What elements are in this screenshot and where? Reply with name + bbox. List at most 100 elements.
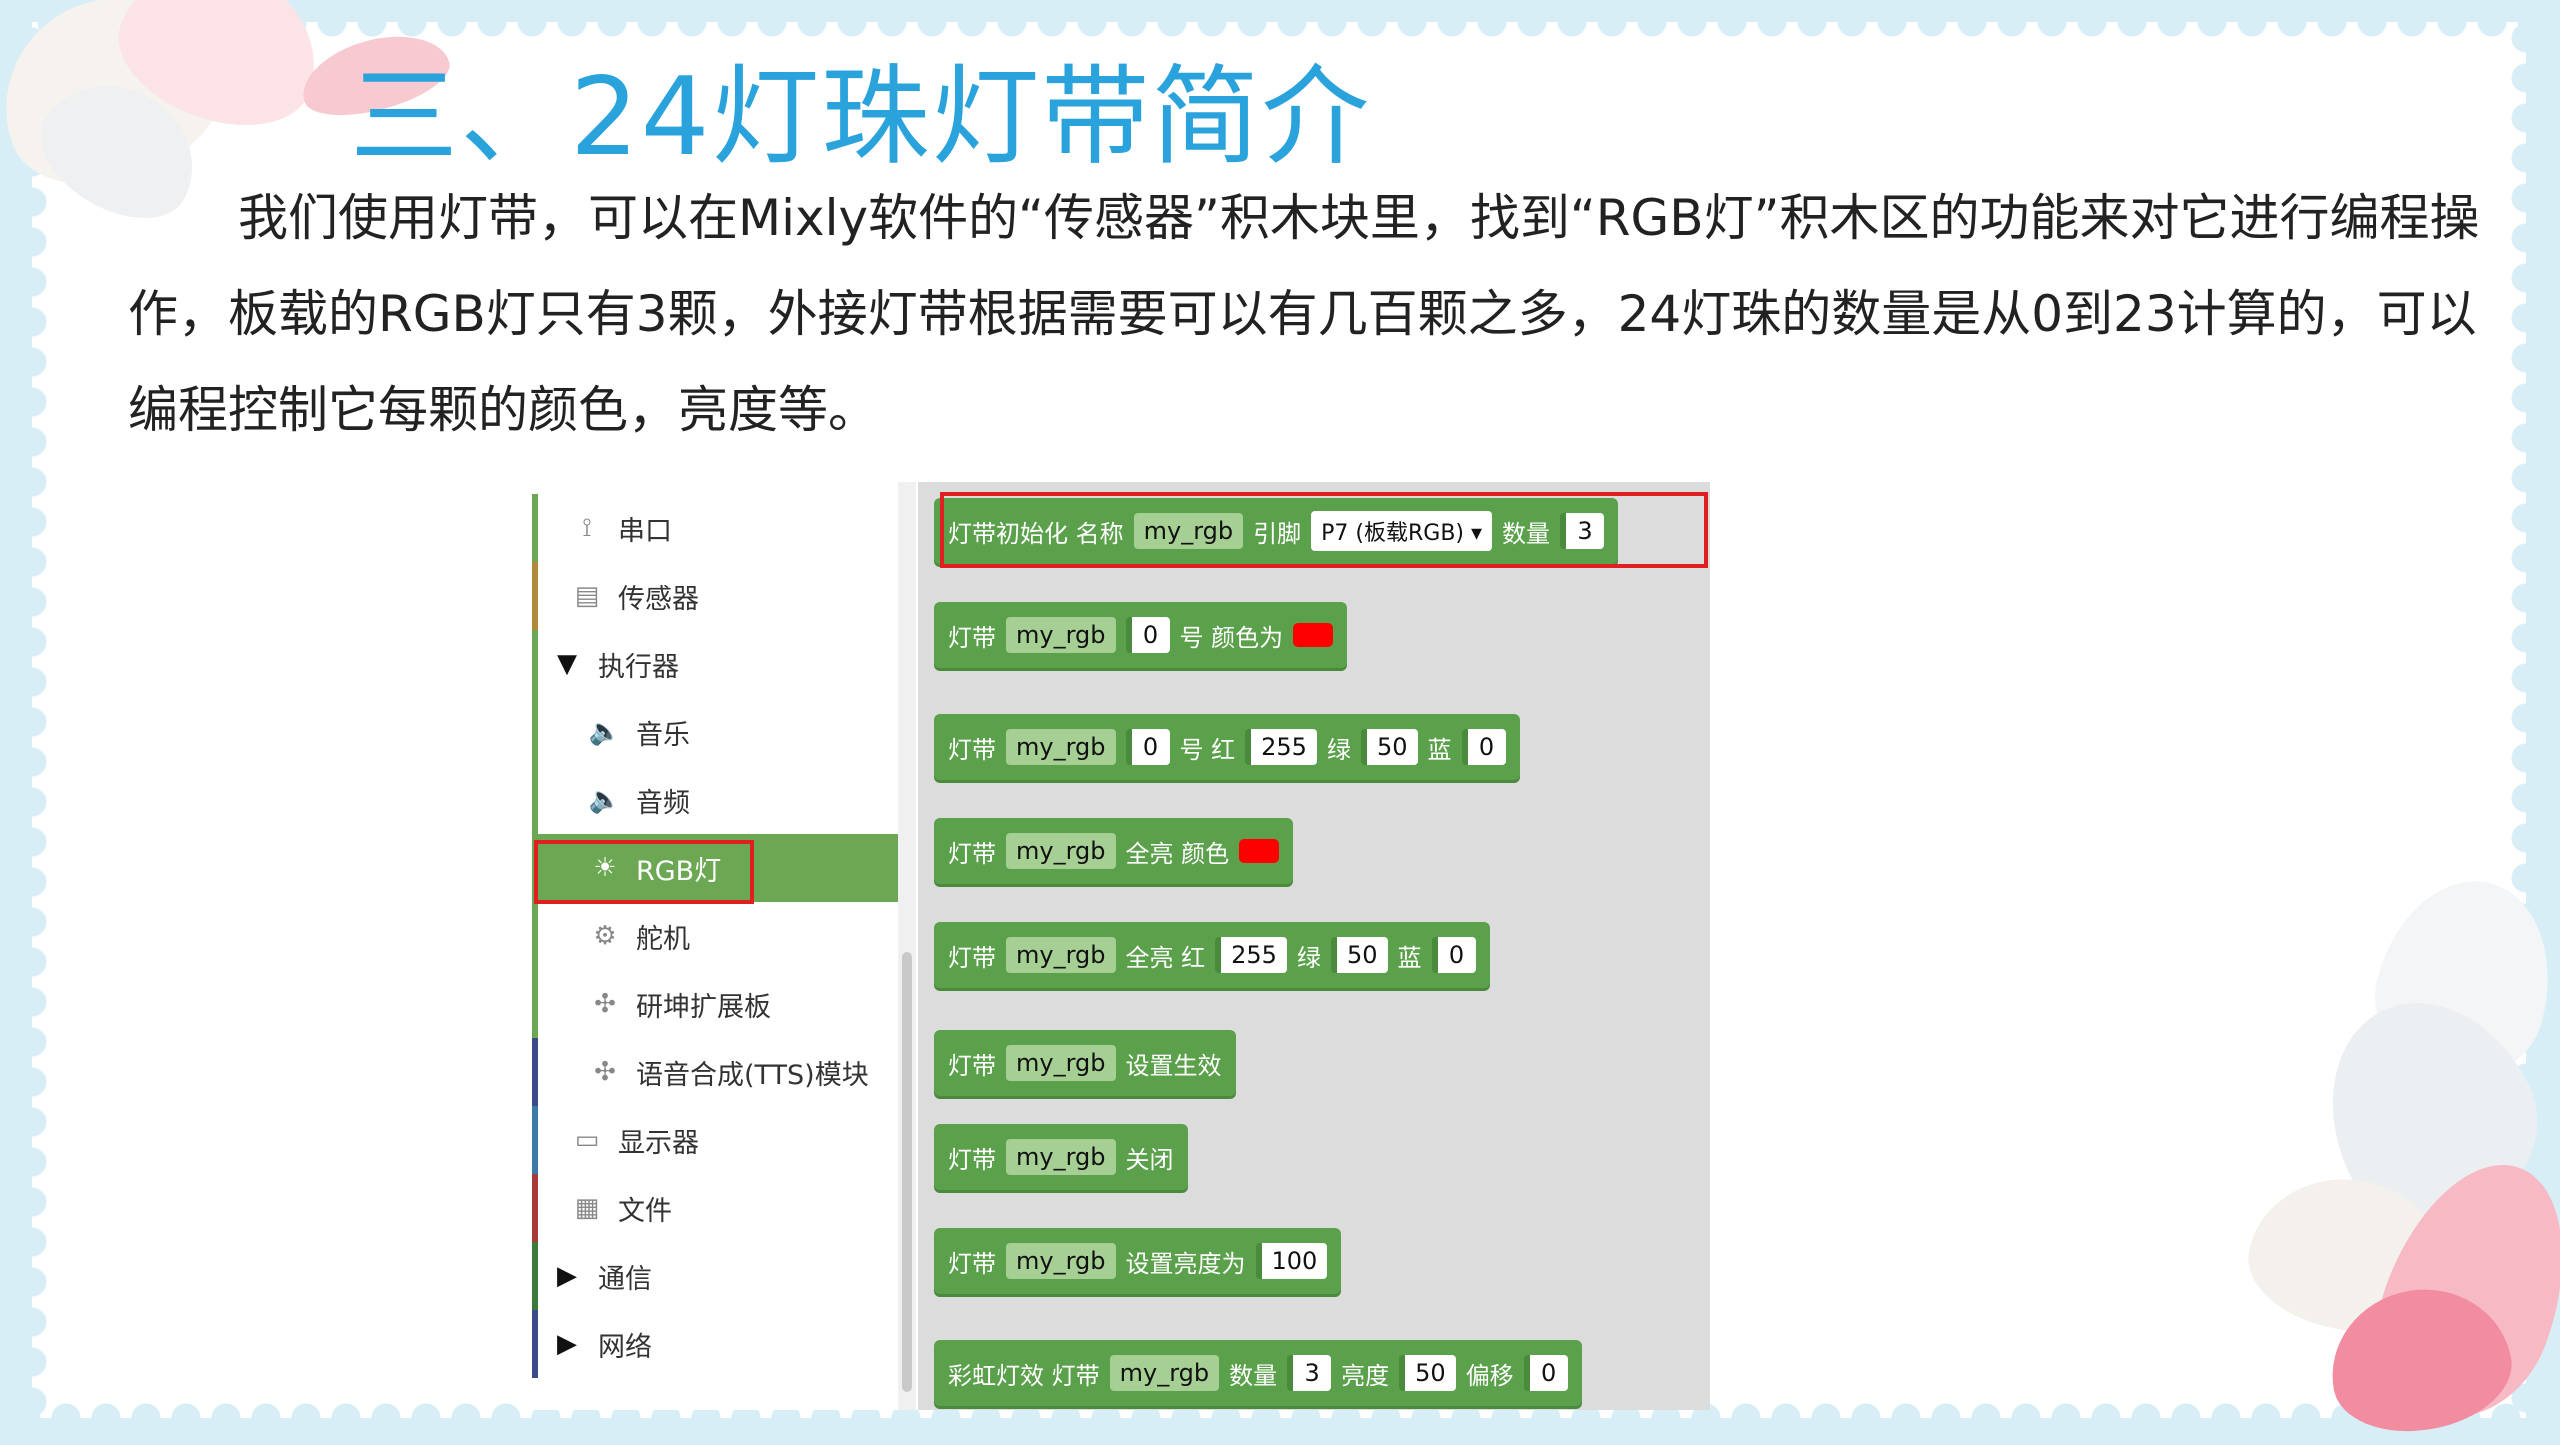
variable-field[interactable]: my_rgb <box>1006 617 1116 653</box>
code-block-7[interactable]: 灯带 my_rgb 设置亮度为 100 <box>934 1228 1342 1294</box>
variable-field[interactable]: my_rgb <box>1006 1243 1116 1279</box>
code-block-8[interactable]: 彩虹灯效 灯带 my_rgb 数量 3 亮度 50 偏移 0 <box>934 1340 1582 1406</box>
sidebar-item-1[interactable]: ▤ 传感器 <box>532 562 898 630</box>
sidebar-item-10[interactable]: ▦ 文件 <box>532 1174 898 1242</box>
block-label: 全亮 颜色 <box>1125 839 1230 868</box>
variable-field[interactable]: my_rgb <box>1109 1355 1220 1391</box>
sidebar-item-2[interactable]: ▼ 执行器 <box>532 630 898 698</box>
block-label: 绿 <box>1296 943 1321 972</box>
sidebar-item-8[interactable]: ✣ 语音合成(TTS)模块 <box>532 1038 898 1106</box>
number-input[interactable]: 255 <box>1245 729 1317 765</box>
category-sidebar: ⟟ 串口 ▤ 传感器 ▼ 执行器 🔈 音乐 🔈 音频 ☀ RGB灯 ⚙ 舵机 ✣ 研坤扩展板 ✣ 语音合成(TTS… <box>532 482 916 1410</box>
code-block-2[interactable]: 灯带 my_rgb 0 号 红 255 绿 50 蓝 0 <box>934 714 1520 780</box>
sidebar-item-3[interactable]: 🔈 音乐 <box>532 698 898 766</box>
block-label: 灯带 <box>948 1051 996 1080</box>
sidebar-item-9[interactable]: ▭ 显示器 <box>532 1106 898 1174</box>
sidebar-item-label: 执行器 <box>598 651 679 683</box>
sidebar-item-label: 音乐 <box>636 719 690 751</box>
slide-title: 三、24灯珠灯带简介 <box>350 55 1372 180</box>
highlight-box-rgb <box>534 840 754 904</box>
variable-field[interactable]: my_rgb <box>1006 1139 1116 1175</box>
sidebar-item-label: 研坤扩展板 <box>636 991 771 1023</box>
number-input[interactable]: 50 <box>1330 937 1388 973</box>
code-block-1[interactable]: 灯带 my_rgb 0 号 颜色为 <box>934 602 1348 668</box>
sidebar-scrollbar[interactable] <box>898 482 916 1410</box>
sidebar-item-label: 舵机 <box>636 923 690 955</box>
category-color-bar <box>532 1310 538 1378</box>
file-icon: ▦ <box>574 1193 600 1223</box>
variable-field[interactable]: my_rgb <box>1006 937 1116 973</box>
block-label: 设置生效 <box>1125 1051 1222 1080</box>
number-input[interactable]: 50 <box>1399 1355 1456 1391</box>
color-swatch[interactable] <box>1239 839 1280 863</box>
block-workspace[interactable]: 灯带初始化 名称 my_rgb 引脚 P7 (板载RGB) ▾ 数量 3 灯带 my_rgb 0… <box>918 482 1710 1410</box>
speaker-icon: 🔈 <box>588 785 622 815</box>
block-label: 亮度 <box>1341 1361 1390 1390</box>
variable-field[interactable]: my_rgb <box>1006 833 1116 869</box>
sidebar-item-label: 语音合成(TTS)模块 <box>636 1059 869 1091</box>
sidebar-item-4[interactable]: 🔈 音频 <box>532 766 898 834</box>
number-input[interactable]: 50 <box>1360 729 1418 765</box>
block-label: 灯带 <box>948 735 996 764</box>
collapsed-triangle-icon: ▶ <box>557 1329 577 1359</box>
category-color-bar <box>532 1174 538 1242</box>
number-input[interactable]: 0 <box>1125 617 1170 653</box>
category-color-bar <box>532 562 538 630</box>
number-input[interactable]: 0 <box>1523 1355 1568 1391</box>
number-input[interactable]: 0 <box>1461 729 1506 765</box>
category-color-bar <box>532 1242 538 1310</box>
block-label: 灯带 <box>948 1249 996 1278</box>
mixly-screenshot: ⟟ 串口 ▤ 传感器 ▼ 执行器 🔈 音乐 🔈 音频 ☀ RGB灯 ⚙ 舵机 ✣ 研坤扩展板 ✣ 语音合成(TTS… <box>532 482 1710 1410</box>
number-input[interactable]: 255 <box>1215 937 1287 973</box>
number-input[interactable]: 100 <box>1255 1243 1328 1279</box>
sidebar-item-label: 通信 <box>598 1263 652 1295</box>
code-block-3[interactable]: 灯带 my_rgb 全亮 颜色 <box>934 818 1294 884</box>
block-label: 全亮 红 <box>1125 943 1206 972</box>
network-node-icon: ✣ <box>594 989 616 1019</box>
color-swatch[interactable] <box>1293 623 1334 647</box>
code-block-4[interactable]: 灯带 my_rgb 全亮 红 255 绿 50 蓝 0 <box>934 922 1490 988</box>
block-label: 蓝 <box>1397 943 1422 972</box>
category-color-bar <box>532 1038 538 1106</box>
number-input[interactable]: 3 <box>1287 1355 1332 1391</box>
category-color-bar <box>532 1106 538 1174</box>
sensor-icon: ▤ <box>574 581 600 611</box>
category-color-bar <box>532 698 538 766</box>
block-label: 蓝 <box>1427 735 1452 764</box>
block-label: 灯带 <box>948 943 996 972</box>
category-color-bar <box>532 970 538 1038</box>
sidebar-item-label: 文件 <box>618 1195 672 1227</box>
expand-triangle-icon: ▼ <box>557 649 577 679</box>
variable-field[interactable]: my_rgb <box>1006 729 1116 765</box>
number-input[interactable]: 0 <box>1125 729 1170 765</box>
network-node-icon: ✣ <box>594 1057 616 1087</box>
servo-icon: ⚙ <box>593 921 617 951</box>
block-label: 灯带 <box>948 1145 996 1174</box>
code-block-6[interactable]: 灯带 my_rgb 关闭 <box>934 1124 1188 1190</box>
block-label: 设置亮度为 <box>1125 1249 1246 1278</box>
collapsed-triangle-icon: ▶ <box>557 1261 577 1291</box>
serial-icon: ⟟ <box>582 512 592 543</box>
block-label: 偏移 <box>1465 1361 1514 1390</box>
block-label: 号 红 <box>1179 735 1236 764</box>
variable-field[interactable]: my_rgb <box>1006 1045 1116 1081</box>
category-color-bar <box>532 630 538 698</box>
sidebar-item-label: 音频 <box>636 787 690 819</box>
sidebar-item-7[interactable]: ✣ 研坤扩展板 <box>532 970 898 1038</box>
scallop-border-left <box>32 22 60 1418</box>
sidebar-item-0[interactable]: ⟟ 串口 <box>532 494 898 562</box>
sidebar-item-6[interactable]: ⚙ 舵机 <box>532 902 898 970</box>
category-color-bar <box>532 902 538 970</box>
speaker-icon: 🔈 <box>588 717 622 747</box>
block-label: 号 颜色为 <box>1179 623 1284 652</box>
body-paragraph: 我们使用灯带，可以在Mixly软件的“传感器”积木块里，找到“RGB灯”积木区的… <box>128 189 2480 439</box>
highlight-box-init-block <box>940 492 1708 568</box>
block-label: 关闭 <box>1125 1145 1174 1174</box>
scrollbar-thumb[interactable] <box>902 952 912 1392</box>
code-block-5[interactable]: 灯带 my_rgb 设置生效 <box>934 1030 1236 1096</box>
sidebar-item-12[interactable]: ▶ 网络 <box>532 1310 898 1378</box>
sidebar-item-label: 显示器 <box>618 1127 699 1159</box>
sidebar-item-11[interactable]: ▶ 通信 <box>532 1242 898 1310</box>
category-color-bar <box>532 494 538 562</box>
number-input[interactable]: 0 <box>1431 937 1476 973</box>
